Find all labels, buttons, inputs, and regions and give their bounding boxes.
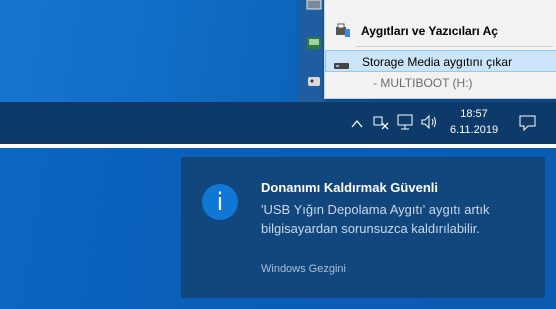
usb-error-icon[interactable] [373,114,389,135]
volume-icon[interactable] [421,114,439,135]
taskbar: 18:57 6.11.2019 [0,102,556,144]
toast-title: Donanımı Kaldırmak Güvenli [261,180,438,195]
chevron-up-icon[interactable] [351,116,363,134]
clock-time: 18:57 [460,108,488,120]
network-card-icon[interactable] [306,36,322,52]
clock-date: 6.11.2019 [449,124,499,136]
info-icon: i [202,184,238,220]
menu-item-eject[interactable]: Storage Media aygıtını çıkar [325,50,556,72]
controller-icon[interactable] [306,74,322,90]
notification-icon[interactable] [519,115,537,136]
menu-item-open-devices[interactable]: Aygıtları ve Yazıcıları Aç [325,20,556,42]
toast-body: 'USB Yığın Depolama Aygıtı' aygıtı artık… [261,202,490,236]
drive-icon [334,56,350,78]
eject-label: Storage Media aygıtını çıkar [362,55,513,69]
drive-label: - MULTIBOOT (H:) [373,76,473,90]
printer-icon [335,23,351,46]
toast-app-name: Windows Gezgini [261,263,346,275]
clock[interactable]: 18:57 6.11.2019 [446,106,502,138]
open-devices-label: Aygıtları ve Yazıcıları Aç [361,24,498,38]
toast-notification[interactable]: i Donanımı Kaldırmak Güvenli 'USB Yığın … [181,157,545,298]
network-icon[interactable] [397,114,415,135]
monitor-icon[interactable] [306,0,322,16]
menu-separator [355,46,553,47]
context-menu: Aygıtları ve Yazıcıları Aç Storage Media… [324,0,556,99]
